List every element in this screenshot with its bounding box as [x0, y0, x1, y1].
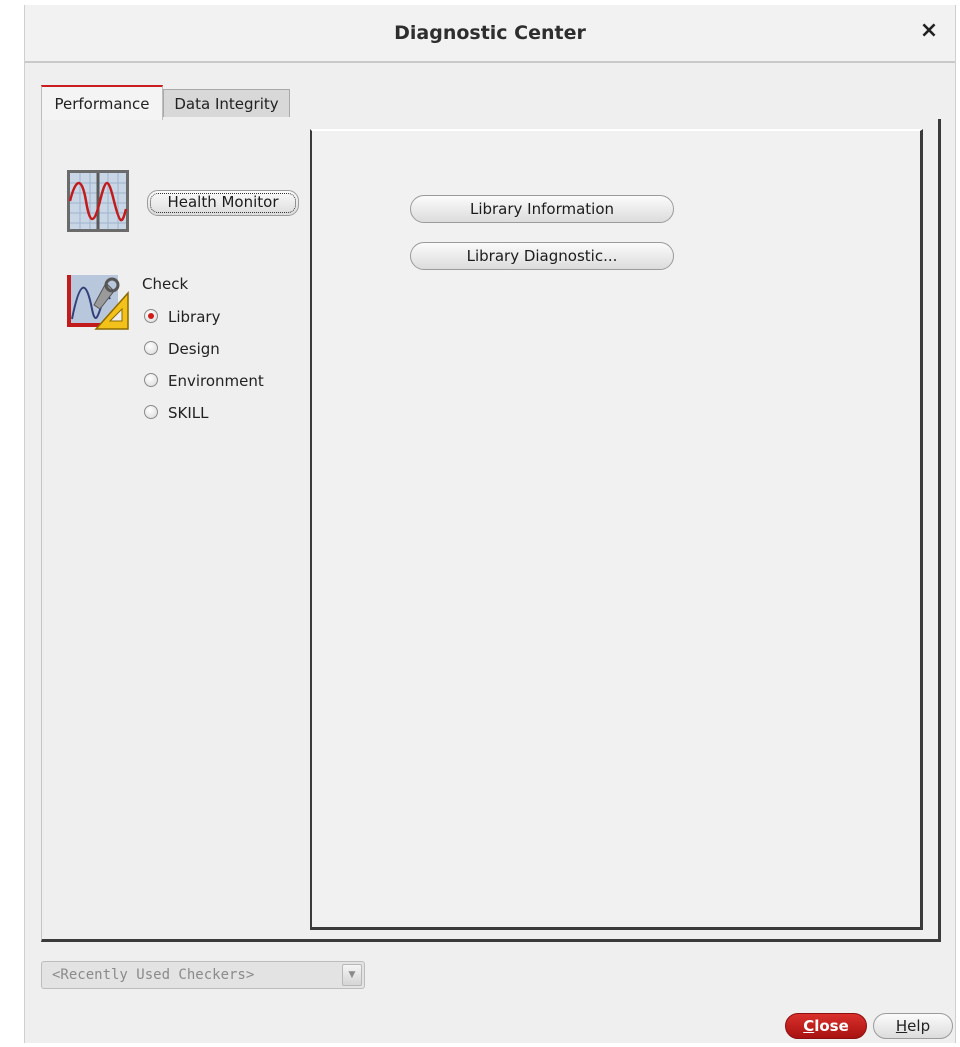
waveform-tools-icon [67, 275, 129, 330]
title-bar: Diagnostic Center × [25, 5, 955, 63]
radio-button[interactable] [144, 405, 158, 419]
chevron-down-icon[interactable]: ▼ [342, 964, 362, 986]
library-diagnostic-button[interactable]: Library Diagnostic... [410, 242, 674, 270]
help-label-rest: elp [907, 1017, 931, 1035]
help-button[interactable]: Help [873, 1013, 953, 1039]
radio-label: Environment [168, 372, 264, 390]
radio-label: Library [168, 308, 221, 326]
performance-tab-panel: Health Monitor Check Library Design Envi… [41, 119, 941, 942]
check-label: Check [142, 275, 189, 293]
close-label-rest: lose [814, 1017, 849, 1035]
radio-button[interactable] [144, 309, 158, 323]
tab-performance[interactable]: Performance [41, 85, 163, 120]
library-check-panel: Library Information Library Diagnostic..… [310, 129, 923, 930]
diagnostic-center-window: Diagnostic Center × Performance Data Int… [24, 5, 956, 1043]
library-information-button[interactable]: Library Information [410, 195, 674, 223]
tab-data-integrity[interactable]: Data Integrity [163, 89, 290, 117]
help-mnemonic: H [895, 1017, 908, 1035]
recent-checkers-value: <Recently Used Checkers> [52, 967, 255, 983]
close-button[interactable]: Close [785, 1013, 867, 1039]
radio-label: SKILL [168, 404, 209, 422]
window-close-icon[interactable]: × [917, 19, 941, 43]
window-title: Diagnostic Center [394, 22, 586, 44]
close-mnemonic: C [803, 1017, 815, 1035]
recent-checkers-dropdown[interactable]: <Recently Used Checkers> ▼ [41, 961, 365, 989]
health-monitor-button[interactable]: Health Monitor [147, 190, 299, 216]
waveform-monitor-icon [67, 170, 129, 232]
radio-button[interactable] [144, 373, 158, 387]
radio-label: Design [168, 340, 220, 358]
radio-button[interactable] [144, 341, 158, 355]
